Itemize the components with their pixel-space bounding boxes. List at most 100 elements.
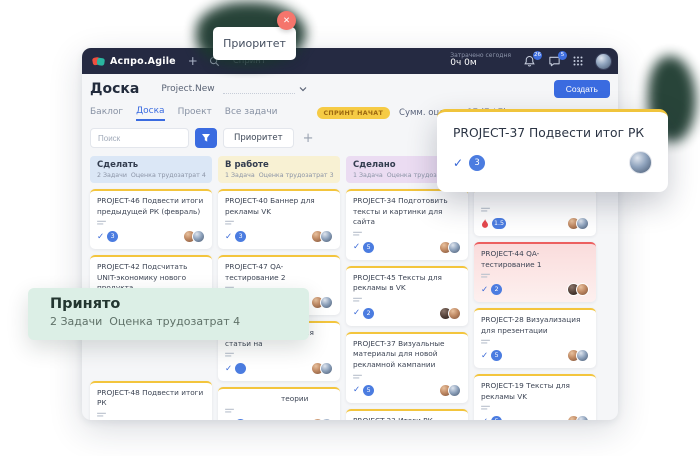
- time-value: 0ч 0м: [450, 59, 511, 69]
- estimate-badge: 2: [363, 308, 374, 319]
- check-icon: ✓: [481, 351, 488, 361]
- avatar: [576, 415, 589, 420]
- task-card[interactable]: PROJECT-37 Визуальные материалы для ново…: [346, 332, 468, 403]
- column-header: Сделать 2 Задачи Оценка трудозатрат 4: [90, 156, 212, 183]
- column-title: Сделать: [97, 160, 205, 170]
- task-title: PROJECT-23 Итоги РК: [353, 416, 461, 420]
- column-done: Сделано 1 Задача Оценка трудозатрат PROJ…: [346, 156, 468, 420]
- accepted-subtitle: 2 Задачи Оценка трудозатрат 4: [50, 315, 309, 328]
- task-card[interactable]: PROJECT-19 Тексты для рекламы VK ✓ 5: [474, 374, 596, 420]
- avatar: [320, 362, 333, 375]
- avatar: [448, 384, 461, 397]
- description-icon: [481, 207, 490, 214]
- avatar: [320, 418, 333, 420]
- funnel-icon: [201, 133, 211, 143]
- estimate-badge: 2: [491, 284, 502, 295]
- priority-filter-button[interactable]: Приоритет: [223, 128, 294, 148]
- column-accepted: 1.5 PROJECT-44 QA-тестирование 1 ✓ 2 PRO…: [474, 156, 596, 420]
- fire-icon: [481, 219, 489, 229]
- task-popup-card[interactable]: PROJECT-37 Подвести итог РК ✓ 3: [437, 109, 668, 192]
- description-icon: [481, 405, 490, 412]
- task-card-highlighted[interactable]: PROJECT-44 QA-тестирование 1 ✓ 2: [474, 242, 596, 302]
- task-card[interactable]: PROJECT-40 Баннер для рекламы VK ✓ 3: [218, 189, 340, 249]
- task-title: PROJECT-44 QA-тестирование 1: [481, 249, 589, 270]
- apps-menu-button[interactable]: [573, 56, 583, 66]
- column-subtitle: 2 Задачи Оценка трудозатрат 4: [97, 172, 205, 179]
- task-title: PROJECT-48 Подвести итоги РК: [97, 388, 205, 409]
- filter-button[interactable]: [195, 128, 217, 148]
- tab-project[interactable]: Проект: [178, 107, 212, 120]
- description-icon: [353, 297, 362, 304]
- add-filter-button[interactable]: +: [303, 131, 314, 146]
- task-card[interactable]: PROJECT-46 Подвести итоги предыдущей РК …: [90, 189, 212, 249]
- column-subtitle: 1 Задача Оценка трудозатрат 3: [225, 172, 333, 179]
- messages-button[interactable]: 5: [548, 55, 561, 68]
- check-icon: ✓: [481, 417, 488, 420]
- messages-badge: 5: [558, 51, 567, 60]
- estimate-badge: 3: [235, 419, 246, 420]
- avatar: [448, 307, 461, 320]
- app-name: Аспро.Agile: [110, 56, 176, 67]
- close-icon[interactable]: ✕: [277, 11, 296, 30]
- time-tracked: Затрачено сегодня 0ч 0м: [450, 53, 511, 69]
- task-title: PROJECT-37 Визуальные материалы для ново…: [353, 339, 461, 371]
- estimate-badge: 5: [491, 416, 502, 420]
- avatar: [192, 230, 205, 243]
- tab-board[interactable]: Доска: [136, 106, 164, 121]
- task-title: PROJECT-47 QA-тестирование 2: [225, 262, 333, 283]
- page-title: Доска: [90, 81, 139, 97]
- avatar: [320, 296, 333, 309]
- popup-task-title: PROJECT-37 Подвести итог РК: [453, 126, 652, 140]
- dotted-leader: [223, 93, 295, 94]
- avatar: [576, 217, 589, 230]
- check-icon: ✓: [353, 242, 360, 252]
- estimate-badge: 5: [491, 350, 502, 361]
- task-card[interactable]: 1.5: [474, 188, 596, 236]
- estimate-badge: 5: [363, 385, 374, 396]
- tab-backlog[interactable]: Баклог: [90, 107, 123, 120]
- estimate-badge: 3: [107, 231, 118, 242]
- task-title: теории: [225, 394, 333, 405]
- task-card[interactable]: PROJECT-28 Визуализация для презентации …: [474, 308, 596, 368]
- description-icon: [225, 352, 234, 359]
- task-card[interactable]: теории ✓ 3: [218, 387, 340, 420]
- estimate-badge: [235, 363, 246, 374]
- column-title: В работе: [225, 160, 333, 170]
- user-avatar[interactable]: [595, 53, 612, 70]
- add-icon[interactable]: +: [188, 54, 198, 68]
- app-window: Аспро.Agile + Спринт Затрачено сегодня 0…: [82, 48, 618, 420]
- task-card[interactable]: PROJECT-48 Подвести итоги РК ✓ 3: [90, 381, 212, 420]
- description-icon: [97, 220, 106, 227]
- task-title: PROJECT-19 Тексты для рекламы VK: [481, 381, 589, 402]
- check-icon: ✓: [97, 232, 104, 242]
- estimate-badge: 5: [363, 242, 374, 253]
- priority-tooltip: Приоритет: [213, 27, 296, 60]
- create-button[interactable]: Создать: [554, 80, 610, 98]
- task-card[interactable]: PROJECT-45 Тексты для рекламы в VK ✓ 2: [346, 266, 468, 326]
- task-title: PROJECT-40 Баннер для рекламы VK: [225, 196, 333, 217]
- task-title: PROJECT-46 Подвести итоги предыдущей РК …: [97, 196, 205, 217]
- check-icon: ✓: [353, 385, 360, 395]
- search-input[interactable]: [90, 128, 189, 148]
- description-icon: [481, 339, 490, 346]
- description-icon: [353, 374, 362, 381]
- task-title: PROJECT-34 Подготовить тексты и картинки…: [353, 196, 461, 228]
- avatar: [320, 230, 333, 243]
- tab-all-tasks[interactable]: Все задачи: [225, 107, 278, 120]
- task-card[interactable]: PROJECT-23 Итоги РК ✓ 5: [346, 409, 468, 420]
- task-card[interactable]: PROJECT-34 Подготовить тексты и картинки…: [346, 189, 468, 260]
- estimate-badge: 3: [469, 155, 485, 171]
- estimate-badge: 1.5: [492, 218, 506, 229]
- topbar: Аспро.Agile + Спринт Затрачено сегодня 0…: [82, 48, 618, 74]
- chevron-down-icon[interactable]: [299, 86, 307, 92]
- app-logo[interactable]: Аспро.Agile: [92, 55, 176, 68]
- check-icon: ✓: [353, 308, 360, 318]
- accepted-title: Принято: [50, 296, 309, 312]
- column-header: В работе 1 Задача Оценка трудозатрат 3: [218, 156, 340, 183]
- project-selector[interactable]: Project.New: [161, 84, 214, 94]
- task-title: PROJECT-28 Визуализация для презентации: [481, 315, 589, 336]
- notifications-button[interactable]: 26: [523, 55, 536, 68]
- accepted-column-callout: Принято 2 Задачи Оценка трудозатрат 4: [28, 288, 309, 340]
- notifications-badge: 26: [533, 51, 542, 60]
- avatar: [576, 349, 589, 362]
